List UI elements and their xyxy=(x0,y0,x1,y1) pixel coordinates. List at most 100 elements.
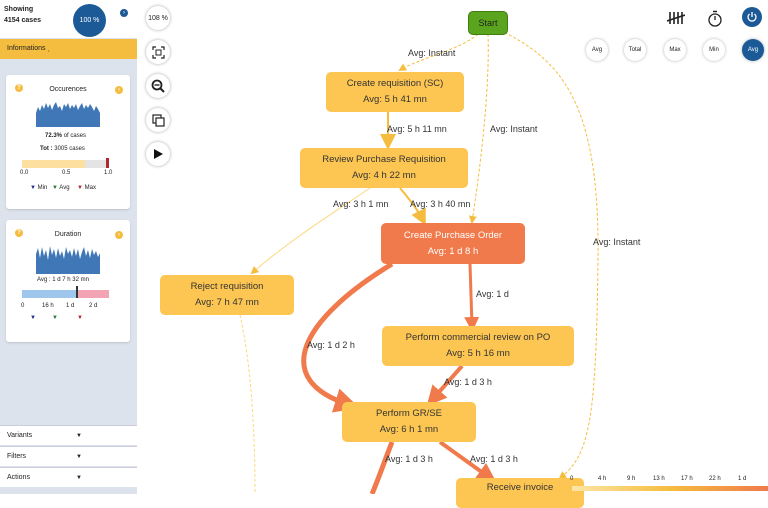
fit-screen-icon[interactable] xyxy=(146,40,170,64)
duration-avg-value: 1 d 7 h 32 mn xyxy=(52,277,89,283)
node-name: Perform GR/SE xyxy=(376,408,442,419)
occurences-percent-suffix: of cases xyxy=(63,133,87,139)
occurences-title: Occurences xyxy=(49,86,87,93)
edge-label: Avg: Instant xyxy=(490,124,538,134)
occurences-bar-fill xyxy=(22,160,85,168)
power-icon[interactable] xyxy=(742,7,762,27)
metric-min-button[interactable]: Min xyxy=(703,39,725,61)
occurences-total-label: Tot : xyxy=(40,146,53,152)
occurences-sparkline xyxy=(36,102,100,127)
informations-tab[interactable]: Informations ˯ xyxy=(0,39,137,59)
tally-icon[interactable] xyxy=(666,8,686,28)
variants-section[interactable]: Variants ▼ xyxy=(0,425,137,445)
legend-tick: 1 d xyxy=(738,476,747,482)
occurences-total-value: 3005 cases xyxy=(54,146,85,152)
edge-create-po-gr[interactable] xyxy=(301,261,394,413)
occurences-card: ? › Occurences 72.3% of cases Tot : 3005… xyxy=(6,75,130,209)
duration-legend-bar xyxy=(572,486,768,491)
legend-min-label: Min xyxy=(37,185,48,191)
node-name: Perform commercial review on PO xyxy=(405,332,551,343)
triangle-down-icon: ▼ xyxy=(30,185,36,191)
avg-triangle-icon: ▼ xyxy=(52,315,58,321)
node-avg: Avg: 4 h 22 mn xyxy=(352,170,416,181)
node-name: Create Purchase Order xyxy=(403,229,503,241)
variants-label: Variants xyxy=(7,432,33,439)
metric-total-button[interactable]: Total xyxy=(624,39,646,61)
informations-label: Informations xyxy=(7,45,46,52)
actions-section[interactable]: Actions ▼ xyxy=(0,467,137,487)
occurences-percent: 72.3% xyxy=(45,133,63,139)
min-triangle-icon: ▼ xyxy=(30,315,36,321)
metric-avg-button[interactable]: Avg xyxy=(586,39,608,61)
expand-arrow-icon[interactable]: › xyxy=(120,9,128,17)
axis-tick: 1 d xyxy=(66,303,75,309)
duration-bar-high xyxy=(77,290,109,298)
node-perform-gr-se[interactable]: Perform GR/SE Avg: 6 h 1 mn xyxy=(342,402,476,442)
legend-tick: 0 xyxy=(570,476,574,482)
legend-max: ▼ Max xyxy=(77,185,96,191)
play-icon[interactable] xyxy=(146,142,170,166)
node-review-purchase-requisition[interactable]: Review Purchase Requisition Avg: 4 h 22 … xyxy=(300,148,468,188)
occurences-bar-track xyxy=(22,160,109,168)
edge-start-create-po[interactable] xyxy=(468,33,489,224)
node-avg: Avg: 5 h 16 mn xyxy=(446,348,510,359)
legend-avg-label: Avg xyxy=(59,185,70,191)
node-perform-commercial-review[interactable]: Perform commercial review on PO Avg: 5 h… xyxy=(382,326,574,366)
legend-tick: 4 h xyxy=(598,476,607,482)
stopwatch-icon[interactable] xyxy=(705,8,725,28)
percent-circle[interactable]: 100 % xyxy=(73,4,106,37)
triangle-down-icon: ▼ xyxy=(52,185,58,191)
showing-label: Showing xyxy=(4,6,34,13)
sidebar: Showing 4154 cases 100 % › Informations … xyxy=(0,0,137,494)
edge-label: Avg: 1 d 2 h xyxy=(307,340,355,350)
node-avg: Avg: 1 d 8 h xyxy=(427,245,479,257)
node-create-purchase-order[interactable]: Create Purchase Order Avg: 1 d 8 h xyxy=(381,223,525,264)
triangle-down-icon: ▼ xyxy=(77,185,83,191)
filters-label: Filters xyxy=(7,453,27,460)
legend-tick: 17 h xyxy=(681,476,693,482)
chevron-down-icon: ˯ xyxy=(47,45,50,52)
duration-bar-low xyxy=(22,290,77,298)
edge-label: Avg: Instant xyxy=(593,237,641,247)
edge-label: Avg: 1 d xyxy=(476,289,509,299)
zoom-level-button[interactable]: 108 % xyxy=(146,6,170,30)
edge-reject-down xyxy=(239,314,256,494)
duration-title: Duration xyxy=(54,231,82,238)
node-create-requisition[interactable]: Create requisition (SC) Avg: 5 h 41 mn xyxy=(326,72,464,112)
legend-min: ▼ Min xyxy=(30,185,47,191)
legend-tick: 13 h xyxy=(653,476,665,482)
actions-label: Actions xyxy=(7,474,30,481)
node-avg: Avg: 6 h 1 mn xyxy=(379,424,439,435)
copy-icon[interactable] xyxy=(146,108,170,132)
node-name: Create requisition (SC) xyxy=(346,78,444,89)
caret-down-icon: ▼ xyxy=(76,475,82,481)
edge-label: Avg: 1 d 3 h xyxy=(385,454,433,464)
node-name: Reject requisition xyxy=(190,281,264,292)
edge-create-po-commercial[interactable] xyxy=(464,263,480,332)
metric-max-button[interactable]: Max xyxy=(664,39,686,61)
legend-max-label: Max xyxy=(84,185,96,191)
node-reject-requisition[interactable]: Reject requisition Avg: 7 h 47 mn xyxy=(160,275,294,315)
zoom-out-icon[interactable] xyxy=(146,74,170,98)
axis-tick: 0 xyxy=(21,303,25,309)
showing-text: Showing 4154 cases xyxy=(4,4,41,26)
axis-tick: 1.0 xyxy=(104,170,113,176)
edge-label: Avg: 5 h 11 mn xyxy=(387,124,447,134)
max-marker xyxy=(106,158,109,168)
edge-label: Avg: 1 d 3 h xyxy=(444,377,492,387)
metric-avg-active-button[interactable]: Avg xyxy=(742,39,764,61)
duration-card: ? › Duration Avg : 1 d 7 h 32 mn 0 16 h … xyxy=(6,220,130,342)
occurences-total-text: Tot : 3005 cases xyxy=(40,146,85,152)
node-name: Review Purchase Requisition xyxy=(322,154,446,165)
node-avg: Avg: 5 h 41 mn xyxy=(363,94,427,105)
node-avg: Avg: 7 h 47 mn xyxy=(195,297,259,308)
duration-avg-label: Avg : xyxy=(37,277,51,283)
caret-down-icon: ▼ xyxy=(76,433,82,439)
node-receive-invoice[interactable]: Receive invoice xyxy=(456,478,584,508)
edge-gr-down[interactable] xyxy=(369,441,395,494)
node-start-label: Start xyxy=(478,18,498,28)
node-start[interactable]: Start xyxy=(468,11,508,35)
axis-tick: 0.0 xyxy=(20,170,29,176)
filters-section[interactable]: Filters ▼ xyxy=(0,446,137,466)
edge-label: Avg: 1 d 3 h xyxy=(470,454,518,464)
